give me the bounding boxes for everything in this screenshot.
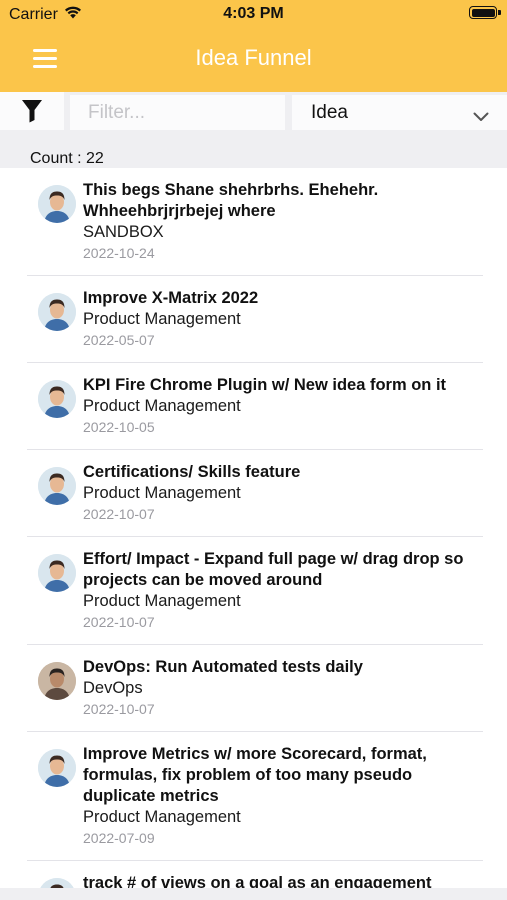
chevron-down-icon xyxy=(473,106,489,128)
status-time: 4:03 PM xyxy=(223,5,284,22)
idea-date: 2022-10-07 xyxy=(83,701,155,717)
avatar xyxy=(38,380,76,418)
count-label: Count : 22 xyxy=(0,132,507,168)
avatar xyxy=(38,554,76,592)
list-item[interactable]: KPI Fire Chrome Plugin w/ New idea form … xyxy=(27,363,483,450)
idea-type-select[interactable]: Idea xyxy=(292,95,507,130)
idea-type-selected: Idea xyxy=(311,101,348,123)
idea-title: Improve X-Matrix 2022 xyxy=(83,289,259,307)
funnel-icon[interactable] xyxy=(0,92,64,130)
avatar xyxy=(38,662,76,700)
list-item[interactable]: Effort/ Impact - Expand full page w/ dra… xyxy=(27,537,483,645)
idea-category: Product Management xyxy=(83,808,241,826)
idea-title: Certifications/ Skills feature xyxy=(83,463,301,481)
idea-title: Improve Metrics w/ more Scorecard, forma… xyxy=(83,745,427,805)
list-item[interactable]: This begs Shane shehrbrhs. Ehehehr. Whhe… xyxy=(27,168,483,276)
avatar xyxy=(38,467,76,505)
avatar xyxy=(38,749,76,787)
idea-date: 2022-10-05 xyxy=(83,419,155,435)
idea-date: 2022-10-24 xyxy=(83,245,155,261)
idea-list: This begs Shane shehrbrhs. Ehehehr. Whhe… xyxy=(0,168,507,890)
idea-category: SANDBOX xyxy=(83,223,164,241)
idea-category: Product Management xyxy=(83,592,241,610)
list-item[interactable]: Improve Metrics w/ more Scorecard, forma… xyxy=(27,732,483,861)
idea-title: Effort/ Impact - Expand full page w/ dra… xyxy=(83,550,464,589)
list-item[interactable]: Improve X-Matrix 2022 Product Management 2… xyxy=(27,276,483,363)
list-item[interactable]: DevOps: Run Automated tests daily DevOps 2… xyxy=(27,645,483,732)
app-header: Carrier 4:03 PM Idea Funnel xyxy=(0,0,507,92)
idea-category: Product Management xyxy=(83,397,241,415)
page-title: Idea Funnel xyxy=(195,45,312,70)
idea-title: DevOps: Run Automated tests daily xyxy=(83,658,363,676)
battery-icon xyxy=(469,6,501,19)
avatar xyxy=(38,185,76,223)
status-bar: Carrier 4:03 PM xyxy=(0,0,507,28)
avatar xyxy=(38,293,76,331)
idea-date: 2022-10-07 xyxy=(83,506,155,522)
list-item[interactable]: Certifications/ Skills feature Product Ma… xyxy=(27,450,483,537)
idea-date: 2022-05-07 xyxy=(83,332,155,348)
idea-category: Product Management xyxy=(83,484,241,502)
idea-title: KPI Fire Chrome Plugin w/ New idea form … xyxy=(83,376,447,394)
idea-category: Product Management xyxy=(83,310,241,328)
nav-bar: Idea Funnel xyxy=(0,28,507,92)
idea-date: 2022-10-07 xyxy=(83,614,155,630)
idea-category: DevOps xyxy=(83,679,143,697)
filter-bar: Idea xyxy=(0,92,507,132)
bottom-bar xyxy=(0,888,507,900)
idea-date: 2022-07-09 xyxy=(83,830,155,846)
filter-input[interactable] xyxy=(70,95,285,130)
list-item[interactable]: track # of views on a goal as an engagem… xyxy=(27,861,483,890)
idea-title: This begs Shane shehrbrhs. Ehehehr. Whhe… xyxy=(83,181,379,220)
